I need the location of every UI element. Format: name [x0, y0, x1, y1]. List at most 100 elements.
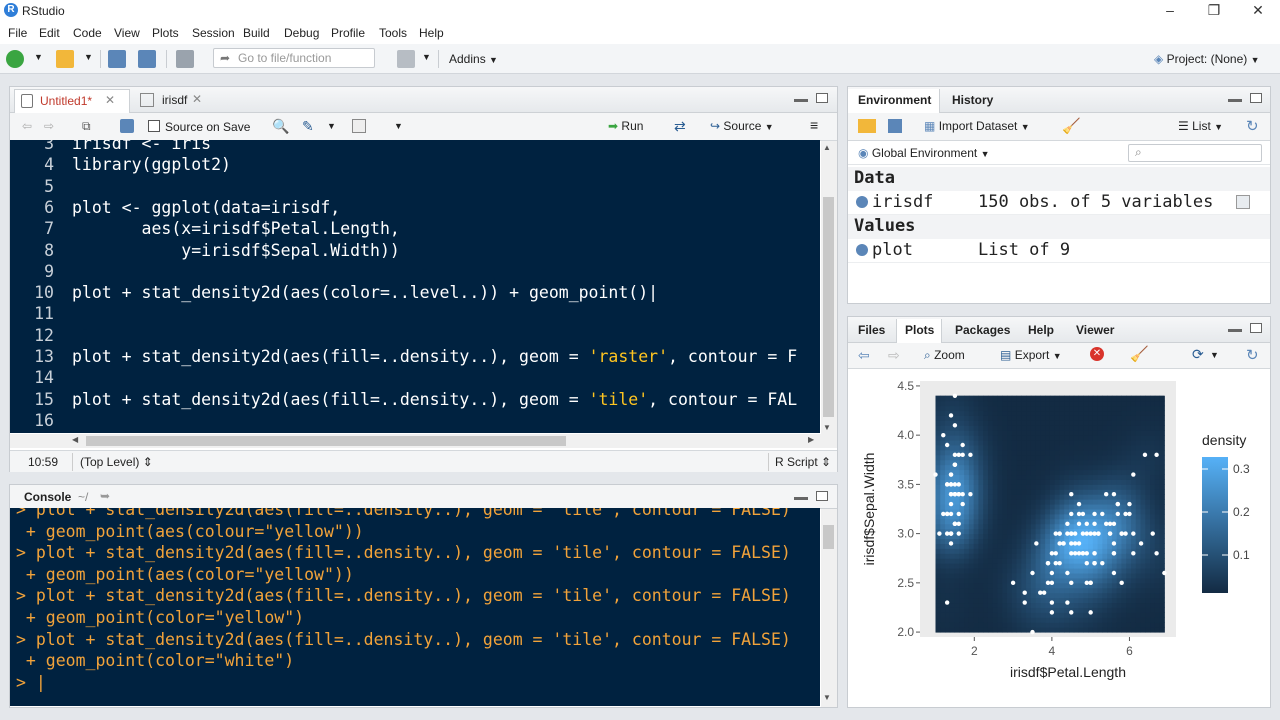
close-tab-icon[interactable]: ✕: [105, 93, 115, 107]
menu-view[interactable]: View: [114, 26, 140, 40]
tab-plots[interactable]: Plots: [896, 319, 942, 343]
save-icon[interactable]: [120, 119, 134, 133]
minimize-pane-icon[interactable]: [1228, 99, 1242, 102]
menu-edit[interactable]: Edit: [39, 26, 60, 40]
menu-profile[interactable]: Profile: [331, 26, 365, 40]
zoom-button[interactable]: ⌕ Zoom: [924, 348, 965, 363]
minimize-pane-icon[interactable]: [794, 497, 808, 500]
project-menu[interactable]: ◈ Project: (None) ▼: [1154, 52, 1260, 66]
minimize-pane-icon[interactable]: [794, 99, 808, 102]
console-title[interactable]: Console: [24, 490, 71, 504]
import-dataset-button[interactable]: ▦ Import Dataset ▼: [924, 119, 1030, 133]
publish-icon[interactable]: ⟳: [1192, 346, 1204, 363]
save-all-icon[interactable]: [138, 50, 156, 68]
maximize-pane-icon[interactable]: [1250, 323, 1262, 333]
source-button[interactable]: ↪ Source ▼: [710, 119, 774, 133]
expand-icon[interactable]: [856, 244, 868, 256]
load-workspace-icon[interactable]: [858, 119, 876, 133]
chevron-down-icon[interactable]: ▼: [34, 52, 43, 62]
list-view-button[interactable]: ☰ List ▼: [1178, 119, 1223, 133]
print-icon[interactable]: [176, 50, 194, 68]
next-plot-icon[interactable]: ⇨: [888, 347, 900, 364]
expand-icon[interactable]: [856, 196, 868, 208]
scope-selector[interactable]: (Top Level) ⇕: [80, 455, 153, 469]
menu-plots[interactable]: Plots: [152, 26, 179, 40]
editor-horizontal-scrollbar[interactable]: ◀ ▶: [10, 434, 837, 448]
minimize-button[interactable]: –: [1148, 0, 1192, 22]
minimize-pane-icon[interactable]: [1228, 329, 1242, 332]
file-type-selector[interactable]: R Script ⇕: [775, 455, 831, 469]
chevron-down-icon[interactable]: ▼: [84, 52, 93, 62]
outline-icon[interactable]: ≡: [810, 117, 818, 133]
search-icon[interactable]: 🔍: [272, 118, 289, 135]
show-in-window-icon[interactable]: ⧉: [82, 119, 91, 134]
chevron-down-icon[interactable]: ▼: [327, 121, 336, 131]
tab-packages[interactable]: Packages: [955, 323, 1010, 337]
code-editor[interactable]: 3 irisdf <- iris 4 library(ggplot2) 5 6 plot <…: [10, 140, 820, 433]
density-tile: [968, 607, 975, 613]
view-table-icon[interactable]: [1236, 195, 1250, 209]
save-icon[interactable]: [108, 50, 126, 68]
magic-wand-icon[interactable]: ✎: [302, 118, 314, 135]
menu-code[interactable]: Code: [73, 26, 102, 40]
previous-plot-icon[interactable]: ⇦: [858, 347, 870, 364]
forward-arrow-icon[interactable]: ⇨: [44, 119, 54, 133]
menu-file[interactable]: File: [8, 26, 27, 40]
env-row-plot[interactable]: plot List of 9: [848, 239, 1270, 263]
density-tile: [973, 627, 979, 633]
go-to-file-input[interactable]: ➦ Go to file/function: [213, 48, 375, 68]
refresh-icon[interactable]: ↻: [1246, 117, 1259, 135]
addins-button[interactable]: Addins ▼: [449, 52, 498, 66]
save-workspace-icon[interactable]: [888, 119, 902, 133]
tab-untitled1[interactable]: Untitled1* ✕: [14, 89, 130, 113]
run-button[interactable]: ➡ Run: [608, 119, 643, 133]
restore-button[interactable]: ❐: [1192, 0, 1236, 22]
rerun-icon[interactable]: ⇄: [674, 118, 686, 135]
menu-tools[interactable]: Tools: [379, 26, 407, 40]
tab-files[interactable]: Files: [858, 323, 885, 337]
tab-history[interactable]: History: [952, 93, 993, 107]
broom-icon[interactable]: 🧹: [1130, 345, 1149, 363]
maximize-pane-icon[interactable]: [816, 491, 828, 501]
tab-irisdf[interactable]: irisdf ✕: [134, 89, 214, 113]
chevron-down-icon[interactable]: ▼: [394, 121, 403, 131]
density-tile: [1145, 587, 1151, 594]
scroll-thumb[interactable]: [823, 197, 834, 417]
density-tile: [1088, 484, 1094, 490]
maximize-pane-icon[interactable]: [1250, 93, 1262, 103]
menu-help[interactable]: Help: [419, 26, 444, 40]
menu-debug[interactable]: Debug: [284, 26, 319, 40]
scroll-thumb[interactable]: [86, 436, 566, 446]
menu-build[interactable]: Build: [243, 26, 270, 40]
open-folder-icon[interactable]: [56, 50, 74, 68]
chevron-down-icon[interactable]: ▼: [1210, 350, 1219, 360]
compile-report-icon[interactable]: [352, 119, 366, 133]
source-on-save-checkbox[interactable]: [148, 120, 160, 132]
broom-icon[interactable]: 🧹: [1062, 117, 1081, 135]
console-output[interactable]: > plot + stat_density2d(aes(fill=..densi…: [10, 508, 820, 706]
environment-search-input[interactable]: ⌕: [1128, 144, 1262, 162]
global-environment-selector[interactable]: ◉ Global Environment ▼: [858, 146, 989, 160]
tab-help[interactable]: Help: [1028, 323, 1054, 337]
tab-environment[interactable]: Environment: [848, 89, 940, 113]
close-button[interactable]: ✕: [1236, 0, 1280, 22]
env-row-irisdf[interactable]: irisdf 150 obs. of 5 variables: [848, 191, 1270, 215]
scroll-thumb[interactable]: [823, 525, 834, 549]
density-tile: [997, 538, 1003, 544]
remove-plot-icon[interactable]: ✕: [1090, 347, 1104, 361]
go-to-directory-icon[interactable]: ➥: [100, 489, 110, 503]
console-vertical-scrollbar[interactable]: ▼: [821, 509, 837, 707]
density-tile: [1154, 489, 1161, 495]
close-tab-icon[interactable]: ✕: [192, 92, 202, 106]
maximize-pane-icon[interactable]: [816, 93, 828, 103]
grid-layout-icon[interactable]: [397, 50, 415, 68]
back-arrow-icon[interactable]: ⇦: [22, 119, 32, 133]
tab-viewer[interactable]: Viewer: [1076, 323, 1114, 337]
menu-session[interactable]: Session: [192, 26, 235, 40]
chevron-down-icon[interactable]: ▼: [422, 52, 431, 62]
refresh-icon[interactable]: ↻: [1246, 346, 1259, 364]
density-tile: [1145, 464, 1151, 471]
editor-vertical-scrollbar[interactable]: ▲ ▼: [821, 141, 837, 434]
new-file-icon[interactable]: [6, 50, 24, 68]
export-button[interactable]: ▤ Export ▼: [1000, 348, 1062, 362]
